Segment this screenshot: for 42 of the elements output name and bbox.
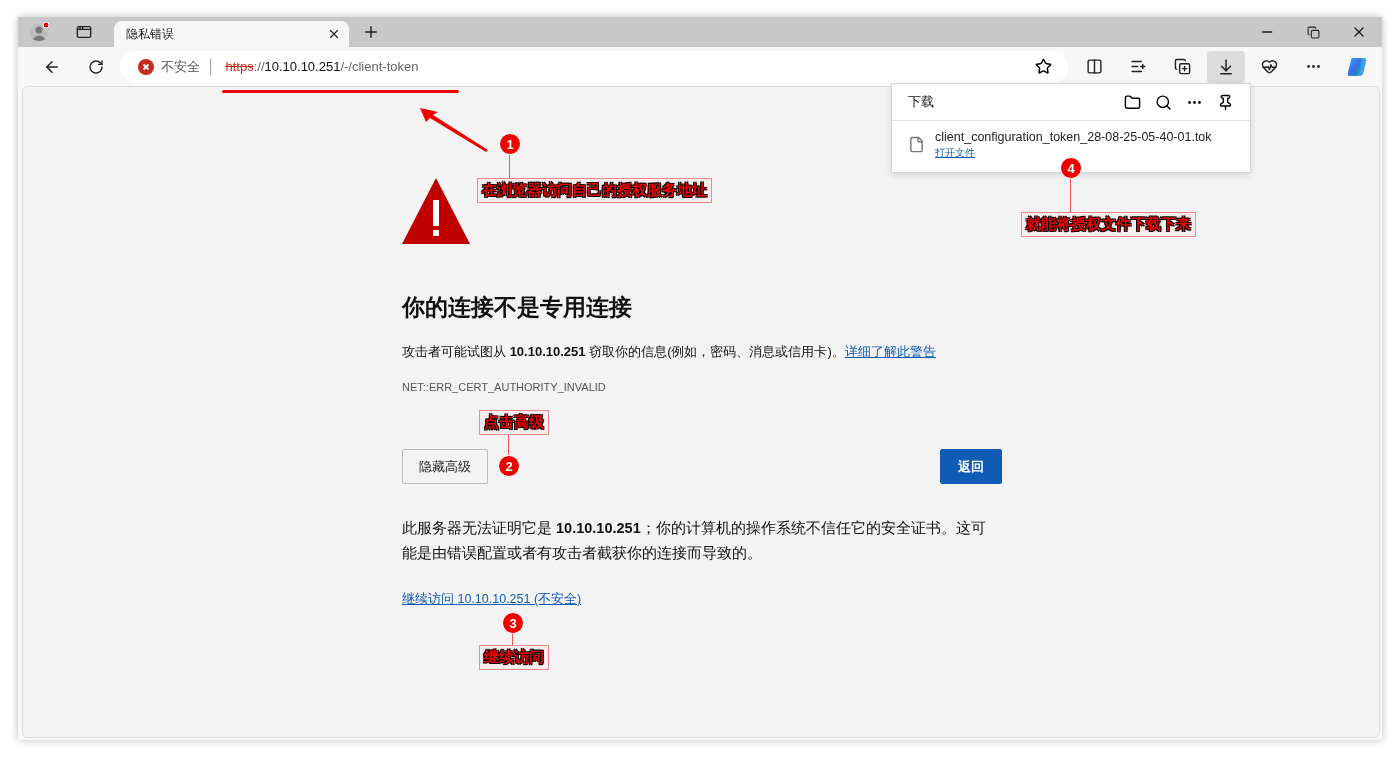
- error-icon: [138, 58, 155, 75]
- collections-icon[interactable]: [1173, 58, 1191, 75]
- error-heading: 你的连接不是专用连接: [402, 293, 632, 322]
- open-file-link[interactable]: 打开文件: [935, 146, 975, 160]
- tab-title: 隐私错误: [126, 25, 175, 43]
- tab-actions-icon[interactable]: [76, 24, 92, 40]
- details-text: 此服务器无法证明它是 10.10.10.251；你的计算机的操作系统不信任它的安全证书。这可能是由错误配置或者有攻击者截获你的连接而导致的。: [402, 519, 987, 563]
- annotation-label: 就能将授权文件下载下来: [1021, 212, 1196, 237]
- downloads-button[interactable]: [1207, 50, 1245, 83]
- error-description: 攻击者可能试图从 10.10.10.251 窃取你的信息(例如，密码、消息或信用卡)。详细了解此警告: [402, 343, 936, 361]
- search-icon[interactable]: [1155, 93, 1172, 111]
- warning-icon: [402, 178, 470, 244]
- leader-line: [1070, 178, 1071, 212]
- file-icon: [908, 136, 925, 153]
- annotation-label: 在浏览器访问自己的授权服务地址: [477, 178, 712, 203]
- pin-icon[interactable]: [1217, 93, 1234, 111]
- address-bar[interactable]: 不安全 https://10.10.10.251/-/client-token: [120, 50, 1068, 83]
- refresh-icon[interactable]: [87, 58, 104, 75]
- leader-line: [508, 435, 509, 455]
- browser-tab[interactable]: 隐私错误: [114, 21, 349, 47]
- profile-avatar-icon[interactable]: [29, 21, 51, 43]
- split-screen-icon[interactable]: [1086, 58, 1104, 75]
- advanced-button[interactable]: 隐藏高级: [402, 449, 488, 484]
- favorites-icon[interactable]: [1129, 58, 1147, 75]
- url-text: https://10.10.10.251/-/client-token: [225, 59, 420, 74]
- learn-more-link[interactable]: 详细了解此警告: [844, 344, 936, 359]
- leader-line: [509, 154, 510, 178]
- favorite-star-icon[interactable]: [1034, 58, 1052, 75]
- annotation-label: 点击高级: [479, 410, 549, 435]
- restore-icon[interactable]: [1306, 25, 1320, 39]
- panel-title: 下载: [908, 93, 935, 111]
- folder-icon[interactable]: [1124, 93, 1141, 111]
- back-button[interactable]: 返回: [940, 449, 1002, 484]
- proceed-link[interactable]: 继续访问 10.10.10.251 (不安全): [402, 591, 582, 608]
- close-tab-icon[interactable]: [327, 27, 341, 41]
- annotation-label: 继续访问: [479, 645, 549, 670]
- health-icon[interactable]: [1261, 58, 1279, 75]
- error-code: NET::ERR_CERT_AUTHORITY_INVALID: [402, 381, 606, 393]
- leader-line: [512, 633, 513, 645]
- file-name[interactable]: client_configuration_token_28-08-25-05-40-01.tok: [935, 130, 1212, 144]
- security-label[interactable]: 不安全: [161, 58, 212, 75]
- new-tab-icon[interactable]: [362, 23, 380, 41]
